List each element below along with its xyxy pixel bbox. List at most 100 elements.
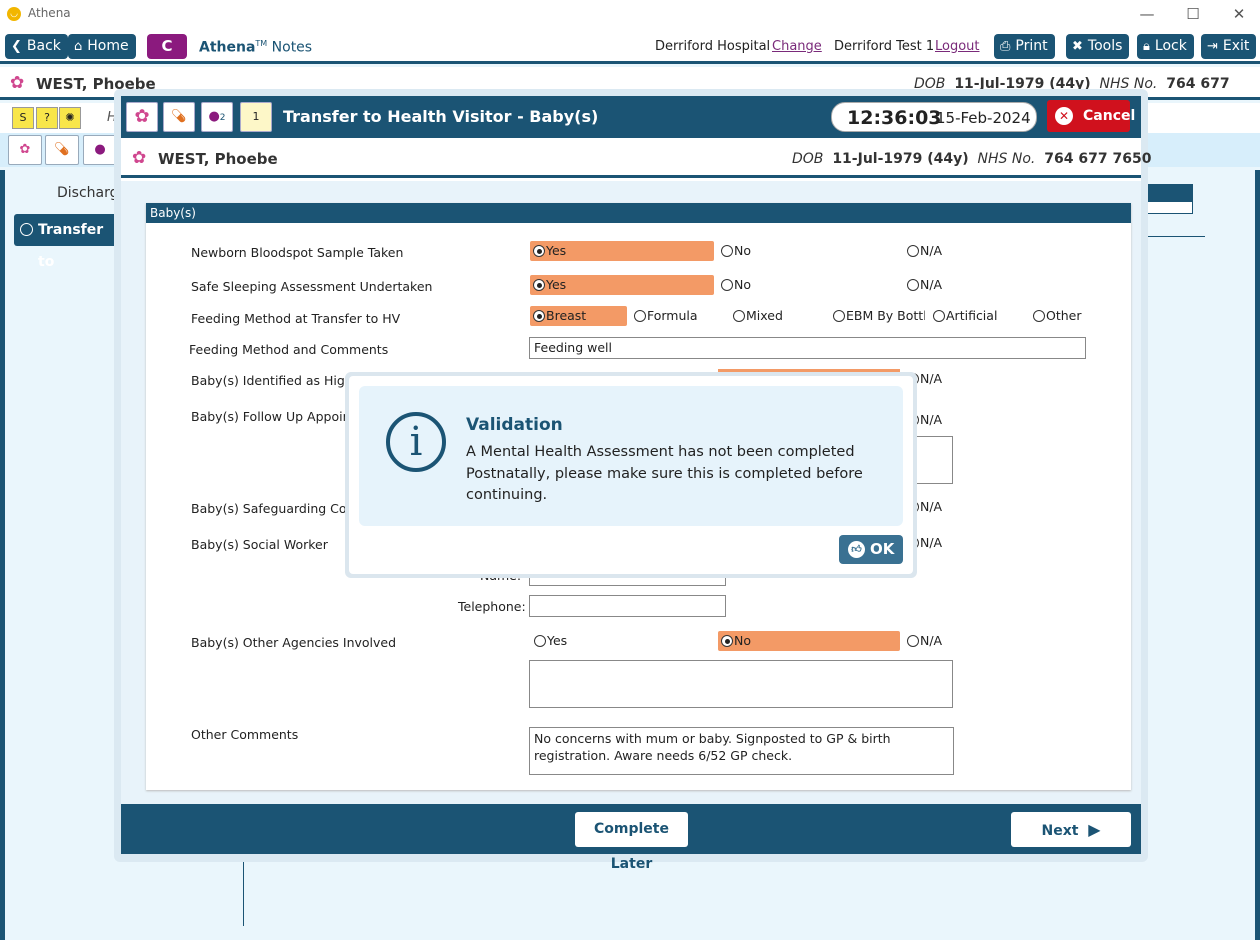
home-button[interactable]: ⌂ Home [68, 34, 136, 59]
other-agencies-no-radio[interactable]: No [718, 631, 900, 651]
other-comments-input[interactable]: No concerns with mum or baby. Signposted… [529, 727, 954, 775]
hospital-name: Derriford Hospital [655, 39, 771, 54]
bloodspot-no-radio[interactable]: No [718, 241, 751, 261]
feeding-formula-radio[interactable]: Formula [631, 306, 698, 326]
print-label: Print [1015, 38, 1048, 54]
settings-icon[interactable]: ✺ [59, 107, 81, 129]
brand-name: Athena [199, 39, 256, 56]
social-worker-label: Baby(s) Social Worker [191, 537, 328, 552]
feeding-mixed-radio[interactable]: Mixed [730, 306, 783, 326]
minimize-button[interactable]: — [1137, 4, 1157, 24]
change-hospital-link[interactable]: Change [772, 39, 822, 54]
other-agencies-label: Baby(s) Other Agencies Involved [191, 635, 397, 650]
help-icon[interactable]: ? [36, 107, 58, 129]
clock-time: 12:36:03 [847, 107, 942, 129]
other-comments-label: Other Comments [191, 727, 299, 742]
social-worker-telephone-input[interactable] [529, 595, 726, 617]
radio-icon [20, 223, 33, 236]
nhs-label: NHS No. [977, 151, 1036, 167]
notes-count-icon: 1 [240, 102, 272, 132]
bloodspot-na-radio[interactable]: N/A [904, 241, 942, 261]
feeding-ebm-radio[interactable]: EBM By Bottle [830, 306, 925, 326]
other-agencies-yes-radio[interactable]: Yes [531, 631, 567, 651]
ok-label: OK [870, 540, 895, 558]
sleeping-no-radio[interactable]: No [718, 275, 751, 295]
dob-label: DOB [792, 151, 824, 167]
baby-count-badge: 2 [219, 113, 226, 123]
tools-label: Tools [1087, 38, 1123, 54]
notes-count-badge: 1 [252, 110, 260, 123]
other-agencies-na-radio[interactable]: N/A [904, 631, 942, 651]
back-label: Back [26, 38, 61, 54]
close-icon: ✕ [1055, 107, 1073, 125]
home-icon: ⌂ [74, 39, 83, 54]
medication-icon: 💊︎ [163, 102, 195, 132]
summary-icon[interactable]: S [12, 107, 34, 129]
cancel-button[interactable]: ✕ Cancel [1047, 100, 1135, 132]
bloodspot-yes-radio[interactable]: Yes [530, 241, 714, 261]
modal-patient-name: WEST, Phoebe [158, 150, 278, 168]
dob-value: 11-Jul-1979 (44y) [832, 151, 969, 167]
feeding-breast-radio[interactable]: Breast [530, 306, 627, 326]
female-patient-icon[interactable]: ✿ [8, 135, 42, 165]
feeding-other-radio[interactable]: Other [1030, 306, 1082, 326]
exit-label: Exit [1222, 38, 1250, 54]
brand-title: AthenaTM Notes [199, 39, 312, 56]
next-label: Next [1041, 823, 1079, 839]
tools-icon: ✖ [1072, 39, 1083, 54]
transfer-nav-item[interactable]: Transfer to [14, 214, 124, 270]
printer-icon: ⎙ [1000, 39, 1011, 54]
close-window-button[interactable]: ✕ [1229, 4, 1249, 24]
tools-button[interactable]: ✖ Tools [1066, 34, 1130, 59]
ok-button[interactable]: 👍︎ OK [839, 535, 903, 564]
section-header: Baby(s) [146, 203, 1131, 223]
cancel-label: Cancel [1083, 108, 1136, 124]
next-button[interactable]: Next ▶ [1011, 812, 1131, 847]
clock-date: 15-Feb-2024 [936, 109, 1031, 127]
modal-patient-dob: DOB 11-Jul-1979 (44y) NHS No. 764 677 76… [792, 151, 1151, 167]
user-name: Derriford Test 1 [834, 39, 935, 54]
window-title: Athena [28, 6, 71, 20]
sleeping-na-radio[interactable]: N/A [904, 275, 942, 295]
high-risk-label: Baby(s) Identified as High Ri [191, 373, 369, 388]
feeding-comments-label: Feeding Method and Comments [189, 342, 389, 357]
baby-count-icon[interactable]: ● [83, 135, 117, 165]
bloodspot-label: Newborn Bloodspot Sample Taken [191, 245, 404, 260]
female-patient-icon: ✿ [126, 102, 158, 132]
safeguarding-label: Baby(s) Safeguarding Conc [191, 501, 362, 516]
nhs-value: 764 677 7650 [1044, 151, 1152, 167]
maximize-button[interactable]: ☐ [1183, 4, 1203, 24]
thumbs-up-icon: 👍︎ [848, 541, 865, 558]
feeding-comments-input[interactable]: Feeding well [529, 337, 1086, 359]
exit-button[interactable]: ⇥ Exit [1201, 34, 1257, 59]
window-titlebar: ◡ Athena — ☐ ✕ [0, 0, 1260, 28]
other-agencies-details-input[interactable] [529, 660, 953, 708]
follow-up-label: Baby(s) Follow Up Appointr [191, 409, 361, 424]
validation-message: A Mental Health Assessment has not been … [466, 444, 863, 503]
logout-link[interactable]: Logout [935, 39, 980, 54]
back-button[interactable]: ❮ Back [5, 34, 68, 59]
sleeping-yes-radio[interactable]: Yes [530, 275, 714, 295]
play-arrow-icon: ▶ [1088, 820, 1101, 839]
validation-title: Validation [466, 415, 563, 435]
home-label: Home [87, 38, 129, 54]
chevron-left-icon: ❮ [11, 39, 22, 54]
baby-count-icon: ●2 [201, 102, 233, 132]
discharge-label: Discharg [57, 185, 119, 201]
sleeping-label: Safe Sleeping Assessment Undertaken [191, 279, 433, 294]
print-button[interactable]: ⎙ Print [994, 34, 1055, 59]
modal-title: Transfer to Health Visitor - Baby(s) [283, 107, 599, 126]
female-patient-icon: ✿ [10, 73, 25, 93]
complete-later-button[interactable]: Complete Later [575, 812, 688, 872]
feeding-artificial-radio[interactable]: Artificial [930, 306, 997, 326]
lock-button[interactable]: 🔒︎ Lock [1137, 34, 1194, 59]
feeding-label: Feeding Method at Transfer to HV [191, 311, 401, 326]
medication-icon[interactable]: 💊︎ [45, 135, 79, 165]
info-icon: i [386, 412, 446, 472]
c-button[interactable]: C [147, 34, 187, 59]
female-patient-icon: ✿ [132, 148, 147, 168]
brand-tm: TM [255, 39, 268, 48]
lock-label: Lock [1154, 38, 1187, 54]
brand-suffix: Notes [267, 39, 313, 56]
lock-icon: 🔒︎ [1143, 39, 1150, 54]
